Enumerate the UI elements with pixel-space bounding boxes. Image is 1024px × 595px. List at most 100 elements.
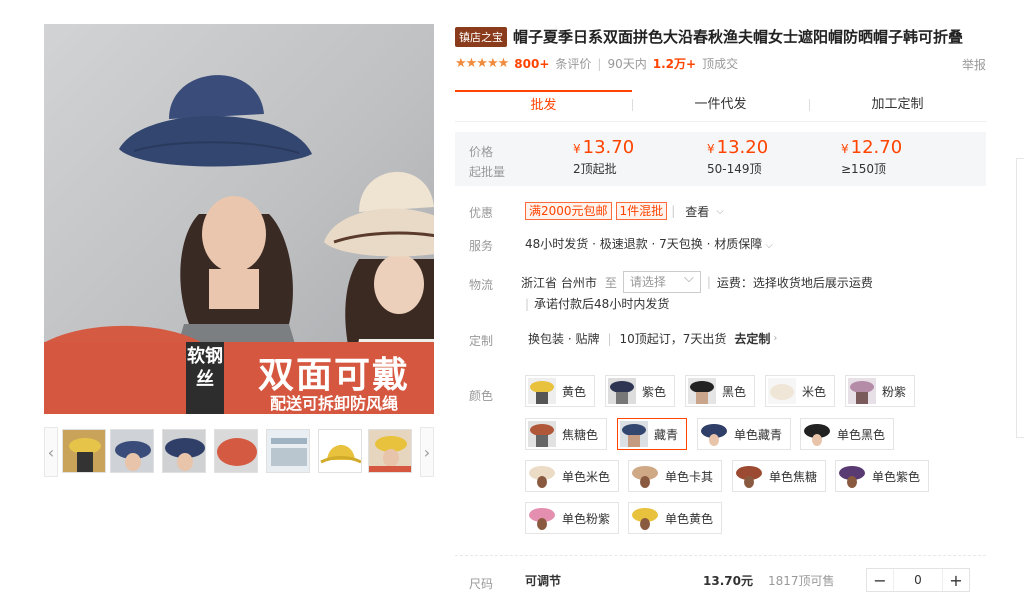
color-option-label: 藏青 (654, 427, 679, 442)
color-option[interactable]: 黑色 (685, 375, 756, 407)
color-swatch-image (768, 378, 796, 404)
service-label: 服务 (469, 239, 494, 253)
color-swatch-image (620, 421, 648, 447)
side-float-panel[interactable] (1016, 158, 1024, 438)
go-customize-link[interactable]: 去定制 (734, 330, 770, 347)
shipping-fee-text: 运费：选择收货地后展示运费 (716, 275, 873, 290)
color-swatch-image (688, 378, 716, 404)
custom-terms: 10顶起订，7天出货 (619, 332, 727, 346)
thumb-next-arrow-icon[interactable]: › (420, 427, 434, 477)
divider (455, 555, 986, 556)
banner-subtitle: 配送可拆卸防风绳 (269, 394, 398, 413)
currency-symbol: ¥ (573, 142, 581, 156)
ship-from: 浙江省 台州市 (521, 275, 597, 290)
color-option-label: 单色粉紫 (562, 511, 611, 526)
separator: | (525, 297, 530, 311)
banner-tag: 软钢丝 (186, 342, 224, 414)
rating-row: ★★★★★ 800+ 条评价 | 90天内 1.2万+ 顶成交 (455, 55, 738, 72)
separator: | (607, 331, 612, 346)
promo-view-link[interactable]: 查看 (685, 203, 709, 220)
color-swatch-image (848, 378, 876, 404)
price-labels: 价格 起批量 (469, 142, 505, 182)
color-option[interactable]: 单色焦糖 (732, 460, 827, 492)
destination-select[interactable]: 请选择 (622, 269, 701, 293)
color-option[interactable]: 单色黄色 (628, 502, 723, 534)
chevron-right-icon: › (773, 333, 778, 344)
color-option[interactable]: 粉紫 (845, 375, 916, 407)
sales-count: 1.2万+ (652, 57, 697, 71)
customize-label: 定制 (469, 334, 494, 348)
color-option-label: 米色 (802, 384, 827, 399)
thumb-prev-arrow-icon[interactable]: ‹ (44, 427, 58, 477)
color-swatch-image (700, 421, 728, 447)
logistics-row: 浙江省 台州市 至 请选择 | 运费：选择收货地后展示运费 (521, 269, 873, 293)
color-option-label: 黑色 (722, 384, 747, 399)
size-name: 可调节 (525, 574, 562, 588)
color-swatch-image (735, 463, 763, 489)
currency-symbol: ¥ (841, 142, 849, 156)
color-option-label: 单色卡其 (665, 469, 714, 484)
color-option-label: 焦糖色 (562, 427, 599, 442)
promotion-label: 优惠 (469, 206, 494, 220)
customize-row: 换包装 · 贴牌 | 10顶起订，7天出货 去定制 › (528, 330, 777, 347)
price-tier: ¥13.70 2顶起批 (573, 138, 634, 179)
color-option-label: 单色紫色 (872, 469, 921, 484)
report-link[interactable]: 举报 (962, 56, 986, 73)
main-product-image[interactable]: 软钢丝 双面可戴 配送可拆卸防风绳 (44, 24, 434, 414)
color-swatch-image (803, 421, 831, 447)
service-text: 48小时发货 · 极速退款 · 7天包换 · 材质保障 (525, 237, 763, 251)
color-option-selected[interactable]: 藏青 (617, 418, 688, 450)
color-option-label: 单色黑色 (837, 427, 886, 442)
thumbnail[interactable] (318, 429, 362, 473)
stock-available: 1817顶可售 (768, 574, 835, 588)
promotion-row: 满2000元包邮 1件混批 | 查看 ⌵ (525, 202, 724, 220)
thumbnail[interactable] (214, 429, 258, 473)
reviews-label[interactable]: 条评价 (555, 55, 591, 72)
service-guarantees[interactable]: 48小时发货 · 极速退款 · 7天包换 · 材质保障 ⌵ (525, 235, 773, 252)
navy-bucket-hat (119, 75, 312, 167)
size-label: 尺码 (469, 577, 494, 591)
tier-range: 50-149顶 (707, 162, 762, 176)
thumbnail[interactable] (368, 429, 412, 473)
ship-to-label: 至 (604, 275, 617, 290)
color-option[interactable]: 米色 (765, 375, 836, 407)
color-option[interactable]: 单色卡其 (628, 460, 723, 492)
color-option-label: 单色焦糖 (769, 469, 818, 484)
color-swatch-image (528, 505, 556, 531)
color-option[interactable]: 单色米色 (525, 460, 620, 492)
thumbnail[interactable] (62, 429, 106, 473)
tab-wholesale[interactable]: 批发 (455, 90, 632, 121)
color-label: 颜色 (469, 389, 494, 403)
tab-dropship[interactable]: 一件代发 (632, 90, 809, 121)
thumbnail[interactable] (110, 429, 154, 473)
price-tiers: 价格 起批量 ¥13.70 2顶起批 ¥13.20 50-149顶 ¥12.70… (455, 132, 986, 186)
color-option[interactable]: 单色粉紫 (525, 502, 620, 534)
color-option[interactable]: 单色紫色 (835, 460, 930, 492)
quantity-input[interactable]: 0 (893, 569, 943, 591)
color-option[interactable]: 单色藏青 (697, 418, 792, 450)
decrement-button[interactable]: − (867, 571, 893, 590)
separator: | (671, 204, 676, 218)
tab-custom[interactable]: 加工定制 (809, 90, 986, 121)
increment-button[interactable]: + (943, 571, 969, 590)
quantity-stepper: − 0 + (866, 568, 970, 592)
moq-label: 起批量 (469, 165, 506, 179)
color-option[interactable]: 焦糖色 (525, 418, 608, 450)
promo-tag-mixed-batch: 1件混批 (615, 202, 668, 220)
reviews-count[interactable]: 800+ (514, 57, 549, 71)
price-tier: ¥12.70 ≥150顶 (841, 138, 902, 179)
thumbnail[interactable] (162, 429, 206, 473)
color-option[interactable]: 紫色 (605, 375, 676, 407)
tier-range: ≥150顶 (841, 162, 886, 176)
price-tier: ¥13.20 50-149顶 (707, 138, 768, 179)
tier-range: 2顶起批 (573, 162, 617, 176)
color-swatch-image (608, 378, 636, 404)
thumbnail[interactable] (266, 429, 310, 473)
color-option[interactable]: 黄色 (525, 375, 596, 407)
custom-option: 换包装 · 贴牌 (528, 332, 600, 346)
color-swatch-image (631, 505, 659, 531)
color-option[interactable]: 单色黑色 (800, 418, 895, 450)
purchase-mode-tabs: 批发 一件代发 加工定制 (455, 90, 986, 122)
color-option-label: 单色藏青 (734, 427, 783, 442)
tier-price: 13.20 (716, 137, 769, 158)
